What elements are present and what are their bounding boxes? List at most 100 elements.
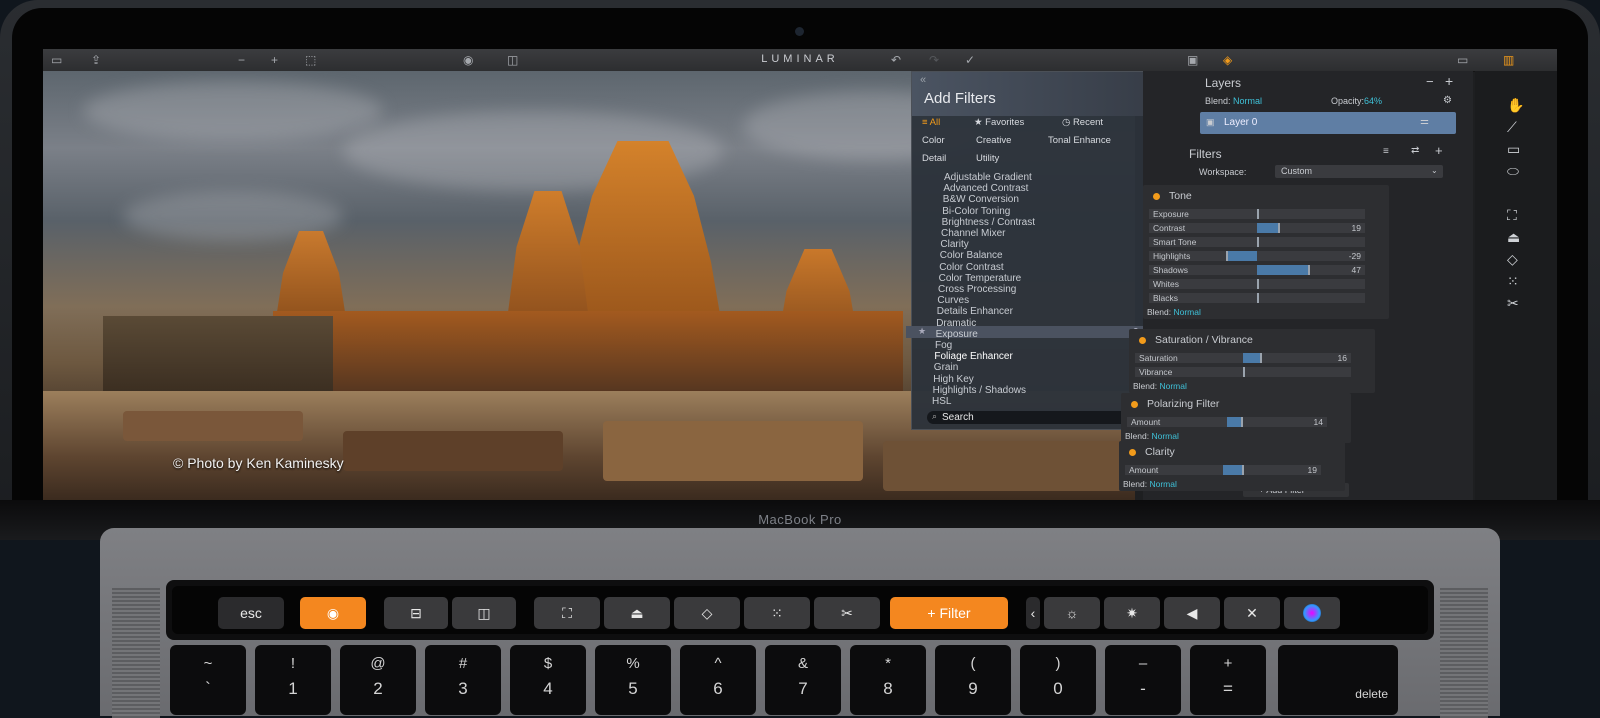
- filter-list-item[interactable]: Adjustable Gradient: [944, 172, 1032, 183]
- slider-knob[interactable]: [1241, 417, 1243, 427]
- layer-settings-icon[interactable]: ⚌: [1420, 116, 1429, 127]
- keyboard-key[interactable]: % 5: [595, 645, 671, 715]
- slider-smart-tone[interactable]: Smart Tone: [1149, 237, 1365, 247]
- opacity-value[interactable]: 64%: [1364, 96, 1382, 106]
- filter-blend-value[interactable]: Normal: [1149, 479, 1176, 489]
- slider-saturation[interactable]: Saturation 16: [1135, 353, 1351, 363]
- touchbar-eye-icon[interactable]: ◉: [300, 597, 366, 629]
- filter-list-item[interactable]: Curves: [937, 295, 969, 306]
- keyboard-key[interactable]: & 7: [765, 645, 841, 715]
- slider-highlights[interactable]: Highlights -29: [1149, 251, 1365, 261]
- touchbar-siri-icon[interactable]: [1284, 597, 1340, 629]
- filter-list-item[interactable]: Clarity: [940, 239, 968, 250]
- filter-list-item[interactable]: B&W Conversion: [943, 194, 1019, 205]
- touchbar-filter-button[interactable]: + Filter: [890, 597, 1008, 629]
- filter-enabled-dot[interactable]: [1153, 193, 1160, 200]
- category-color[interactable]: Color: [922, 135, 945, 146]
- undo-icon[interactable]: ↶: [891, 53, 901, 67]
- filter-list-item[interactable]: HSL: [932, 396, 951, 407]
- redo-icon[interactable]: ↷: [929, 53, 939, 67]
- remove-layer-icon[interactable]: −: [1426, 74, 1434, 89]
- delete-key[interactable]: delete: [1278, 645, 1398, 715]
- slider-vibrance[interactable]: Vibrance: [1135, 367, 1351, 377]
- hand-icon[interactable]: ✋: [1507, 97, 1524, 114]
- touchbar-volume-icon[interactable]: ◀: [1164, 597, 1220, 629]
- slider-shadows[interactable]: Shadows 47: [1149, 265, 1365, 275]
- filter-section-title[interactable]: Clarity: [1145, 446, 1175, 458]
- filter-list-item[interactable]: Channel Mixer: [941, 228, 1005, 239]
- gradient-icon[interactable]: ▭: [1507, 141, 1520, 158]
- noise-icon[interactable]: ⁙: [1507, 273, 1519, 290]
- filter-add-list-icon[interactable]: ≡: [1383, 146, 1389, 157]
- slider-knob[interactable]: [1257, 293, 1259, 303]
- touchbar-brightness-down-icon[interactable]: ☼: [1044, 597, 1100, 629]
- slider-knob[interactable]: [1260, 353, 1263, 363]
- filter-list-item[interactable]: Cross Processing: [938, 284, 1016, 295]
- touchbar-noise-icon[interactable]: ⁙: [744, 597, 810, 629]
- filter-list-item[interactable]: Fog: [935, 340, 952, 351]
- filter-list-item[interactable]: Brightness / Contrast: [942, 217, 1035, 228]
- slider-whites[interactable]: Whites: [1149, 279, 1365, 289]
- touchbar-mute-icon[interactable]: ✕: [1224, 597, 1280, 629]
- layer-row[interactable]: ▣ Layer 0 ⚌: [1200, 112, 1456, 134]
- touchbar-compare-icon[interactable]: ◫: [452, 597, 516, 629]
- touchbar-scissors-icon[interactable]: ✂: [814, 597, 880, 629]
- sidebar-icon[interactable]: ▥: [1503, 53, 1514, 67]
- keyboard-key[interactable]: ^ 6: [680, 645, 756, 715]
- keyboard-key[interactable]: – -: [1105, 645, 1181, 715]
- collapse-icon[interactable]: «: [920, 74, 926, 86]
- brush-icon[interactable]: ⟋: [1507, 119, 1517, 136]
- slider-amount[interactable]: Amount 14: [1127, 417, 1327, 427]
- slider-amount[interactable]: Amount 19: [1125, 465, 1321, 475]
- slider-knob[interactable]: [1225, 251, 1228, 261]
- filter-list-item[interactable]: Dramatic: [936, 318, 976, 329]
- star-icon[interactable]: ★: [918, 326, 926, 337]
- add-layer-icon[interactable]: +: [1445, 73, 1453, 89]
- scissors-icon[interactable]: ✂: [1507, 295, 1519, 312]
- touchbar-eraser-icon[interactable]: ◇: [674, 597, 740, 629]
- filter-list-item[interactable]: Color Balance: [940, 250, 1003, 261]
- esc-key[interactable]: esc: [218, 597, 284, 629]
- touchbar-collapse-icon[interactable]: ‹: [1026, 597, 1040, 629]
- crop-icon[interactable]: ⛶: [1507, 207, 1517, 224]
- history-icon[interactable]: ✓: [965, 53, 975, 67]
- eraser-icon[interactable]: ◇: [1507, 251, 1518, 268]
- filter-list-item[interactable]: Grain: [934, 362, 958, 373]
- gear-icon[interactable]: ⚙: [1443, 95, 1452, 106]
- slider-knob[interactable]: [1277, 223, 1280, 233]
- keyboard-key[interactable]: (9: [935, 645, 1011, 715]
- category-utility[interactable]: Utility: [976, 153, 999, 164]
- filter-list-item[interactable]: Color Temperature: [939, 273, 1022, 284]
- slider-exposure[interactable]: Exposure: [1149, 209, 1365, 219]
- filters-plus-icon[interactable]: +: [1435, 143, 1443, 158]
- filter-list-item[interactable]: High Key: [933, 374, 974, 385]
- layers-blend-value[interactable]: Normal: [1233, 96, 1262, 106]
- filter-blend-value[interactable]: Normal: [1159, 381, 1186, 391]
- filter-blend-value[interactable]: Normal: [1173, 307, 1200, 317]
- category-tonal-enhance[interactable]: Tonal Enhance: [1048, 135, 1111, 146]
- keyboard-key[interactable]: ! 1: [255, 645, 331, 715]
- workspace-select[interactable]: Custom ⌄: [1275, 165, 1443, 178]
- slider-blacks[interactable]: Blacks: [1149, 293, 1365, 303]
- filter-section-title[interactable]: Saturation / Vibrance: [1155, 334, 1253, 346]
- touchbar-brightness-icon[interactable]: ✷: [1104, 597, 1160, 629]
- panel-icon[interactable]: ▭: [1457, 53, 1468, 67]
- slider-knob[interactable]: [1243, 367, 1245, 377]
- filter-blend-value[interactable]: Normal: [1151, 431, 1178, 441]
- layers-icon[interactable]: ◈: [1223, 53, 1232, 67]
- slider-knob[interactable]: [1257, 209, 1259, 219]
- radial-icon[interactable]: ⬭: [1507, 163, 1519, 180]
- category-favorites[interactable]: ★ Favorites: [974, 117, 1024, 128]
- slider-knob[interactable]: [1257, 237, 1259, 247]
- keyboard-key[interactable]: $4: [510, 645, 586, 715]
- sync-icon[interactable]: ⇄: [1411, 145, 1419, 156]
- category-creative[interactable]: Creative: [976, 135, 1011, 146]
- filter-enabled-dot[interactable]: [1129, 449, 1136, 456]
- touchbar-stamp-icon[interactable]: ⏏: [604, 597, 670, 629]
- slider-knob[interactable]: [1241, 465, 1244, 475]
- slider-knob[interactable]: [1307, 265, 1310, 275]
- keyboard-key[interactable]: @2: [340, 645, 416, 715]
- filter-list-item[interactable]: Details Enhancer: [937, 306, 1013, 317]
- keyboard-key[interactable]: + =: [1190, 645, 1266, 715]
- keyboard-key[interactable]: ~ `: [170, 645, 246, 715]
